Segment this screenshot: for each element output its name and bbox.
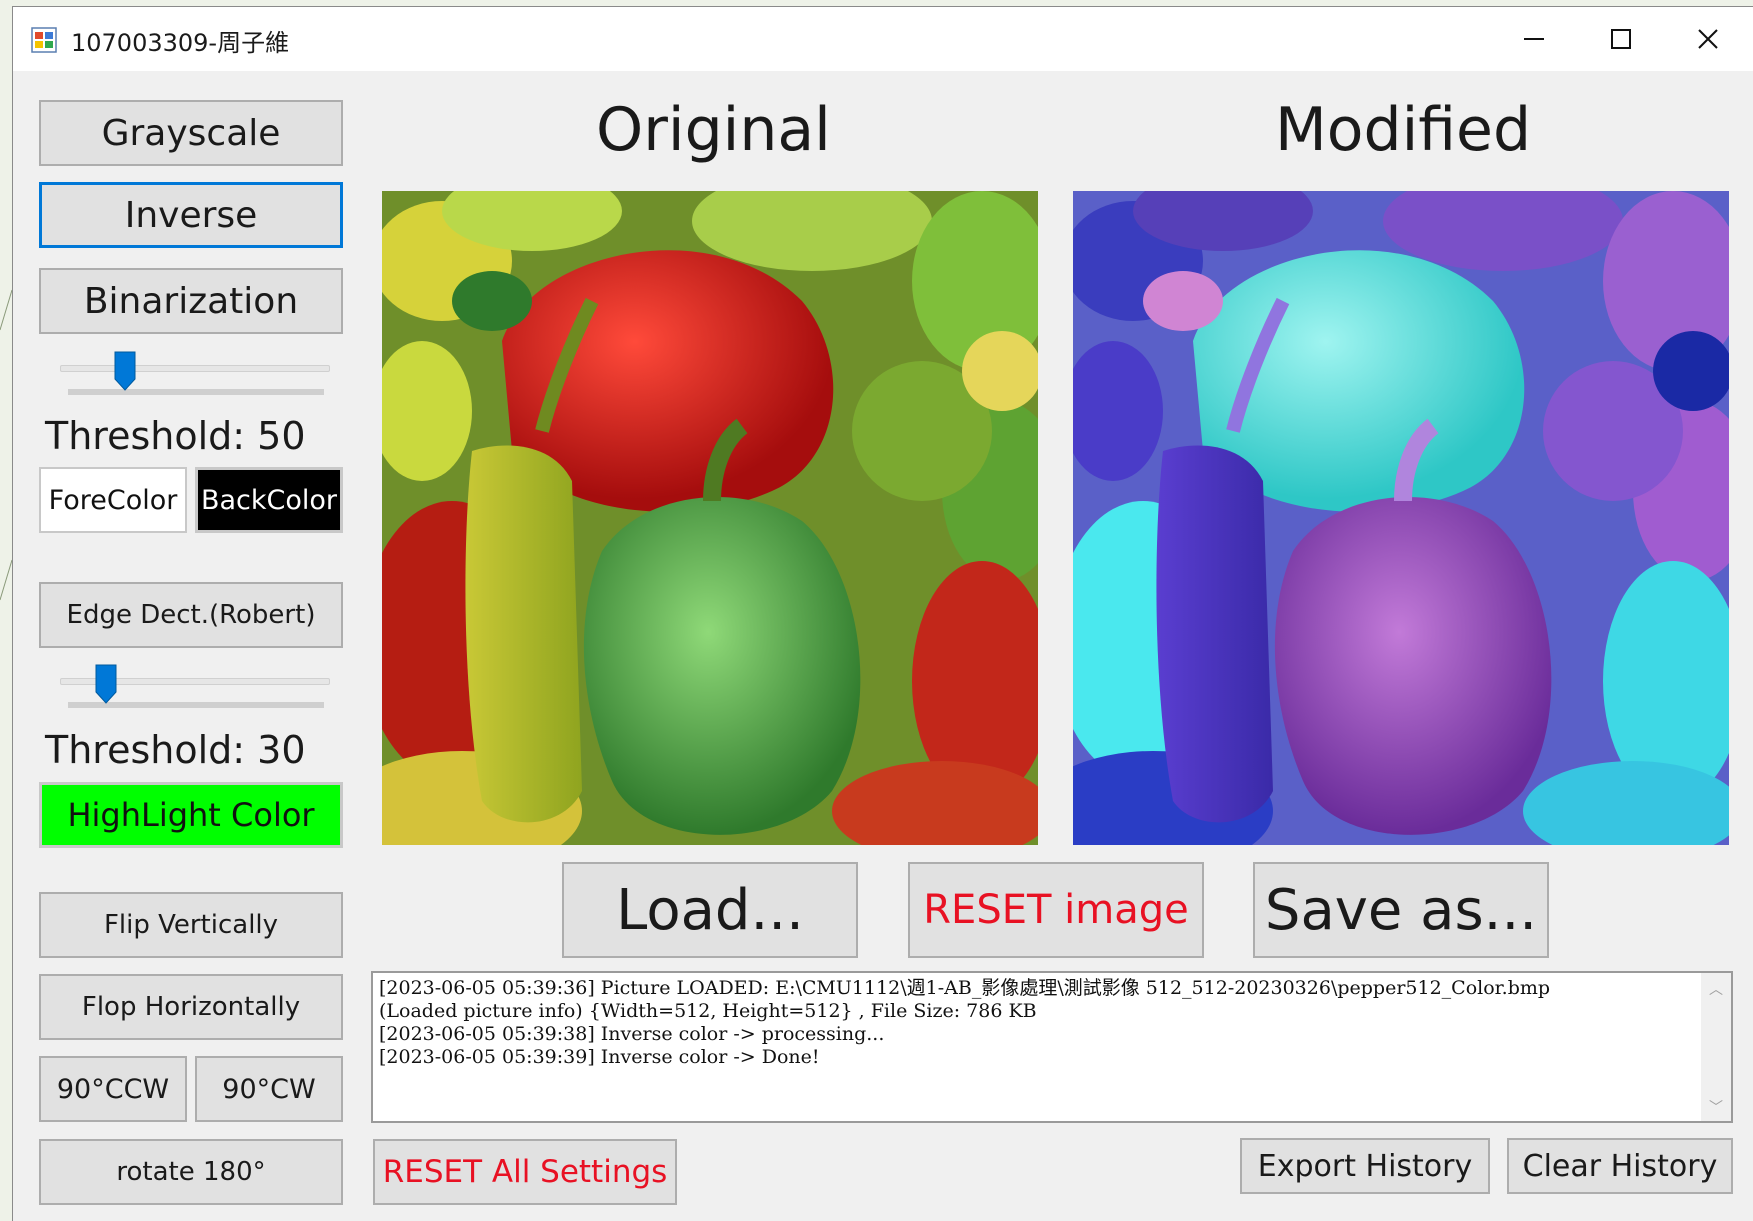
reset-image-button[interactable]: RESET image	[908, 862, 1204, 958]
history-lines: [2023-06-05 05:39:36] Picture LOADED: E:…	[379, 977, 1695, 1069]
original-title: Original	[596, 95, 831, 165]
inverse-button[interactable]: Inverse	[39, 182, 343, 248]
close-button[interactable]	[1664, 7, 1752, 71]
binarization-button[interactable]: Binarization	[39, 268, 343, 334]
save-as-button[interactable]: Save as...	[1253, 862, 1549, 958]
slider-ticks	[68, 389, 324, 395]
backcolor-button[interactable]: BackColor	[195, 467, 343, 533]
modified-image	[1073, 191, 1729, 845]
app-window: 107003309-周子維 Grayscale Inverse Binariza…	[12, 6, 1753, 1221]
load-button[interactable]: Load...	[562, 862, 858, 958]
flop-horizontally-button[interactable]: Flop Horizontally	[39, 974, 343, 1040]
history-line: [2023-06-05 05:39:38] Inverse color -> p…	[379, 1023, 885, 1045]
slider-thumb-icon[interactable]	[95, 664, 117, 704]
history-line: [2023-06-05 05:39:36] Picture LOADED: E:…	[379, 977, 1551, 999]
maximize-icon	[1611, 29, 1631, 49]
binarization-threshold-slider[interactable]	[48, 351, 348, 401]
edge-threshold-label: Threshold: 30	[45, 728, 306, 772]
maximize-button[interactable]	[1577, 7, 1665, 71]
grayscale-button[interactable]: Grayscale	[39, 100, 343, 166]
modified-pepper-picture	[1073, 191, 1729, 845]
edge-threshold-slider[interactable]	[48, 664, 348, 714]
binarization-threshold-label: Threshold: 50	[45, 414, 306, 458]
history-line: [2023-06-05 05:39:39] Inverse color -> D…	[379, 1046, 820, 1068]
edge-detect-button[interactable]: Edge Dect.(Robert)	[39, 582, 343, 648]
history-line: (Loaded picture info) {Width=512, Height…	[379, 1000, 1037, 1022]
flip-vertically-button[interactable]: Flip Vertically	[39, 892, 343, 958]
slider-thumb-icon[interactable]	[114, 351, 136, 391]
forecolor-button[interactable]: ForeColor	[39, 467, 187, 533]
scroll-down-icon[interactable]: ﹀	[1707, 1097, 1725, 1116]
minimize-icon	[1524, 38, 1544, 40]
export-history-button[interactable]: Export History	[1240, 1138, 1490, 1194]
rotate-180-button[interactable]: rotate 180°	[39, 1139, 343, 1205]
history-scrollbar[interactable]: ︿ ﹀	[1701, 973, 1731, 1121]
app-icon	[31, 27, 57, 53]
original-pepper-picture	[382, 191, 1038, 845]
desktop-decoration	[0, 289, 12, 601]
history-log[interactable]: [2023-06-05 05:39:36] Picture LOADED: E:…	[371, 971, 1733, 1123]
window-title: 107003309-周子維	[71, 29, 290, 57]
reset-all-settings-button[interactable]: RESET All Settings	[373, 1139, 677, 1205]
scroll-up-icon[interactable]: ︿	[1707, 979, 1725, 998]
rotate-cw-button[interactable]: 90°CW	[195, 1056, 343, 1122]
slider-track	[60, 365, 330, 372]
clear-history-button[interactable]: Clear History	[1507, 1138, 1733, 1194]
minimize-button[interactable]	[1490, 7, 1578, 71]
original-image	[382, 191, 1038, 845]
modified-title: Modified	[1275, 95, 1532, 165]
rotate-ccw-button[interactable]: 90°CCW	[39, 1056, 187, 1122]
highlight-color-button[interactable]: HighLight Color	[39, 782, 343, 848]
title-bar: 107003309-周子維	[13, 7, 1753, 71]
close-icon	[1698, 29, 1718, 49]
